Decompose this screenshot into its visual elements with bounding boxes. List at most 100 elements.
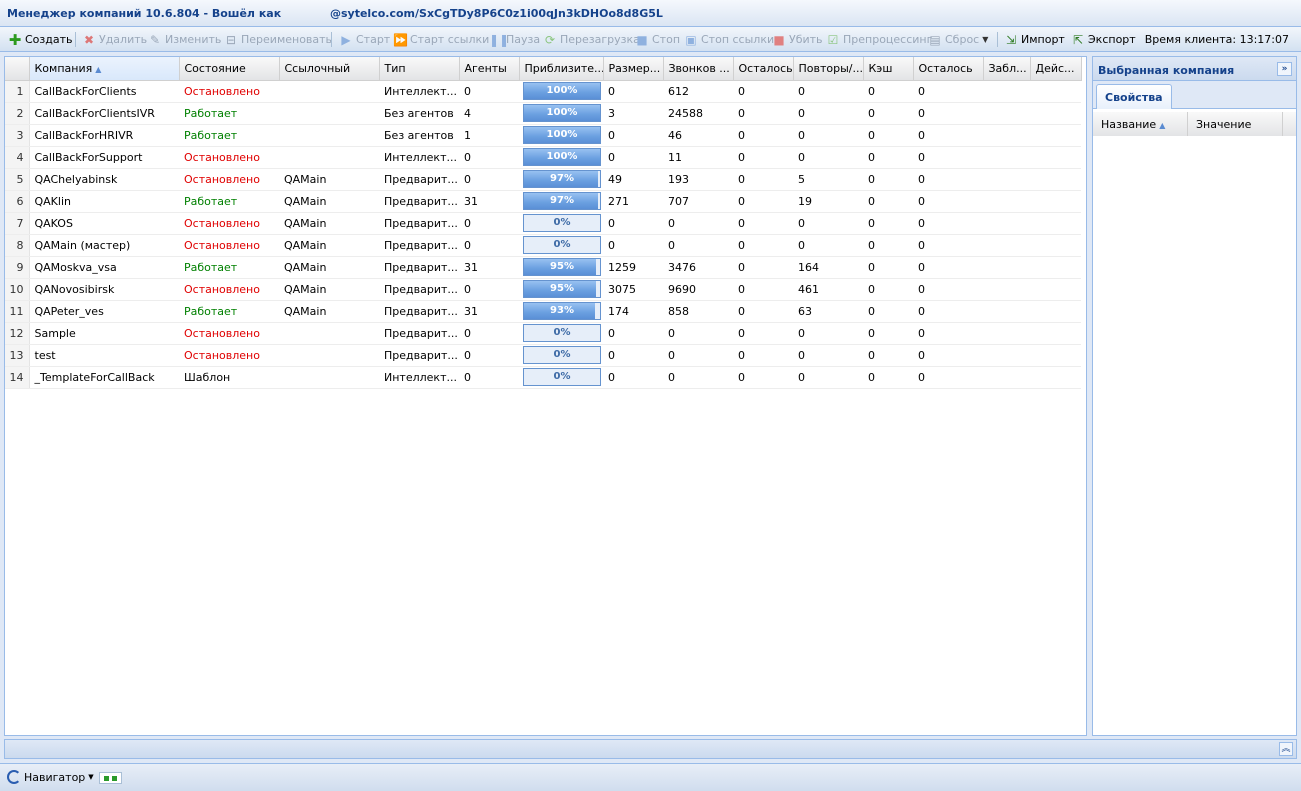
edit-button[interactable]: ✎ Изменить (148, 30, 221, 49)
cell-remaining-2: 0 (913, 278, 983, 301)
cell-blocked (983, 234, 1030, 257)
table-row[interactable]: 3 CallBackForHRIVR Работает Без агентов 1 100… (5, 124, 1081, 147)
cell-actions (1030, 278, 1081, 301)
cell-agents: 0 (459, 366, 519, 389)
cell-actions (1030, 322, 1081, 345)
kill-button[interactable]: ■ Убить (772, 30, 822, 49)
column-header-calls[interactable]: Звонков ... (663, 57, 734, 81)
cell-actions (1030, 256, 1081, 279)
column-header-cache[interactable]: Кэш (863, 57, 914, 81)
collapse-panel-button[interactable]: » (1277, 62, 1292, 76)
chevron-down-icon: ▼ (982, 35, 989, 44)
table-row[interactable]: 12 Sample Остановлено Предварит... 0 0% 0 0 0 0 0 0 (5, 322, 1081, 345)
navigator-button[interactable]: Навигатор ▼ (7, 770, 94, 784)
table-row[interactable]: 6 QAKlin Работает QAMain Предварит... 31 97% 27… (5, 190, 1081, 213)
cell-company: QAKOS (29, 212, 179, 235)
main-toolbar: ✚ Создать ✖ Удалить ✎ Изменить ⊟ Переиме… (0, 27, 1301, 52)
cell-type: Предварит... (379, 190, 459, 213)
toolbar-separator (331, 32, 332, 47)
restart-button[interactable]: ⟳ Перезагрузка (543, 30, 640, 49)
progress-label: 0% (553, 239, 571, 250)
column-header-state[interactable]: Состояние (179, 57, 280, 81)
cell-type: Предварит... (379, 256, 459, 279)
progress-bar: 95% (523, 280, 601, 298)
cell-actions (1030, 168, 1081, 191)
cell-remaining: 0 (733, 234, 793, 257)
row-number: 10 (5, 278, 30, 301)
table-row[interactable]: 4 CallBackForSupport Остановлено Интеллект.… (5, 146, 1081, 169)
column-header-company[interactable]: Компания ▲ (29, 57, 180, 81)
cell-state: Остановлено (179, 80, 279, 103)
pause-button[interactable]: ❚❚ Пауза (489, 30, 540, 49)
cell-blocked (983, 124, 1030, 147)
table-row[interactable]: 2 CallBackForClientsIVR Работает Без агенто… (5, 102, 1081, 125)
progress-label: 0% (553, 371, 571, 382)
export-button[interactable]: ⇱ Экспорт (1071, 30, 1136, 49)
export-icon: ⇱ (1072, 32, 1084, 47)
column-header-remaining-2[interactable]: Осталось (913, 57, 984, 81)
cell-remaining: 0 (733, 102, 793, 125)
cell-calls: 0 (663, 212, 733, 235)
cell-progress: 97% (519, 190, 603, 213)
expand-panel-button[interactable]: ︽ (1279, 742, 1293, 756)
cell-calls: 193 (663, 168, 733, 191)
column-header-agents[interactable]: Агенты (459, 57, 520, 81)
table-row[interactable]: 11 QAPeter_ves Работает QAMain Предварит... 3… (5, 300, 1081, 323)
cell-agents: 0 (459, 212, 519, 235)
create-button[interactable]: ✚ Создать (8, 30, 73, 49)
cell-remaining-2: 0 (913, 190, 983, 213)
column-header-reference[interactable]: Ссылочный (279, 57, 380, 81)
column-header-progress[interactable]: Приблизите... (519, 57, 604, 81)
cell-size: 174 (603, 300, 663, 323)
row-number: 5 (5, 168, 30, 191)
properties-header: Название ▲ Значение (1093, 112, 1296, 136)
start-button[interactable]: ▶ Старт (339, 30, 390, 49)
table-row[interactable]: 1 CallBackForClients Остановлено Интеллект.… (5, 80, 1081, 103)
table-row[interactable]: 10 QANovosibirsk Остановлено QAMain Предвари… (5, 278, 1081, 301)
column-header-type[interactable]: Тип (379, 57, 460, 81)
cell-blocked (983, 80, 1030, 103)
cell-size: 1259 (603, 256, 663, 279)
stop-links-button[interactable]: ▣ Стоп ссылки (684, 30, 774, 49)
column-header-size[interactable]: Размер... (603, 57, 664, 81)
delete-button[interactable]: ✖ Удалить (82, 30, 147, 49)
sort-ascending-icon: ▲ (1159, 121, 1166, 130)
column-header-property-name[interactable]: Название ▲ (1093, 112, 1188, 136)
cell-remaining-2: 0 (913, 168, 983, 191)
cell-actions (1030, 190, 1081, 213)
progress-label: 97% (550, 173, 574, 184)
cell-retries: 0 (793, 102, 863, 125)
table-row[interactable]: 14 _TemplateForCallBack Шаблон Интеллект...… (5, 366, 1081, 389)
table-row[interactable]: 7 QAKOS Остановлено QAMain Предварит... 0 0% 0 0… (5, 212, 1081, 235)
progress-label: 95% (550, 261, 574, 272)
cell-remaining: 0 (733, 366, 793, 389)
cell-calls: 3476 (663, 256, 733, 279)
cell-cache: 0 (863, 234, 913, 257)
column-header-remaining[interactable]: Осталось (733, 57, 794, 81)
column-header-retries[interactable]: Повторы/... (793, 57, 864, 81)
cell-company: _TemplateForCallBack (29, 366, 179, 389)
start-links-button[interactable]: ⏩ Старт ссылки (393, 30, 489, 49)
table-row[interactable]: 8 QAMain (мастер) Остановлено QAMain Предвар… (5, 234, 1081, 257)
import-button[interactable]: ⇲ Импорт (1004, 30, 1065, 49)
column-header-blocked[interactable]: Забл... (983, 57, 1031, 81)
cell-progress: 97% (519, 168, 603, 191)
column-header-property-value[interactable]: Значение (1188, 112, 1283, 136)
cell-remaining-2: 0 (913, 212, 983, 235)
rename-button[interactable]: ⊟ Переименовать (224, 30, 332, 49)
preprocess-button[interactable]: ☑ Препроцессинг (826, 30, 933, 49)
column-header-actions[interactable]: Дейс... (1030, 57, 1082, 81)
cell-agents: 0 (459, 168, 519, 191)
progress-label: 100% (546, 129, 578, 140)
tab-properties[interactable]: Свойства (1096, 84, 1172, 109)
cell-remaining: 0 (733, 344, 793, 367)
cell-remaining: 0 (733, 278, 793, 301)
cell-retries: 0 (793, 322, 863, 345)
table-row[interactable]: 5 QAChelyabinsk Остановлено QAMain Предварит… (5, 168, 1081, 191)
table-row[interactable]: 9 QAMoskva_vsa Работает QAMain Предварит... 3… (5, 256, 1081, 279)
table-row[interactable]: 13 test Остановлено Предварит... 0 0% 0 0 0 0 0 0 (5, 344, 1081, 367)
reset-button[interactable]: ▤ Сброс ▼ (928, 30, 988, 49)
cell-remaining-2: 0 (913, 234, 983, 257)
cell-cache: 0 (863, 146, 913, 169)
stop-button[interactable]: ■ Стоп (635, 30, 680, 49)
